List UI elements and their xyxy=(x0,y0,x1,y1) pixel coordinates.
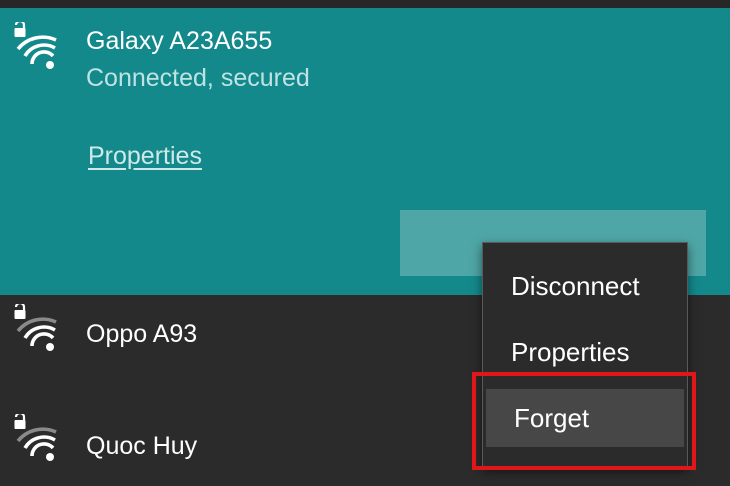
network-name: Oppo A93 xyxy=(86,320,198,348)
menu-item-forget[interactable]: Forget xyxy=(486,389,684,447)
context-menu: Disconnect Properties Forget xyxy=(482,242,688,468)
top-border xyxy=(0,0,730,8)
menu-item-properties[interactable]: Properties xyxy=(483,323,687,381)
properties-link[interactable]: Properties xyxy=(88,142,202,171)
network-status: Connected, secured xyxy=(86,64,310,92)
network-name: Galaxy A23A655 xyxy=(86,27,273,55)
network-item-oppo-a93[interactable]: Oppo A93 xyxy=(0,296,470,386)
network-name: Quoc Huy xyxy=(86,432,198,460)
wifi-secured-icon xyxy=(12,22,60,74)
wifi-secured-icon xyxy=(12,304,60,356)
network-item-quoc-huy[interactable]: Quoc Huy xyxy=(0,406,470,486)
wifi-secured-icon xyxy=(12,414,60,466)
menu-item-disconnect[interactable]: Disconnect xyxy=(483,257,687,315)
